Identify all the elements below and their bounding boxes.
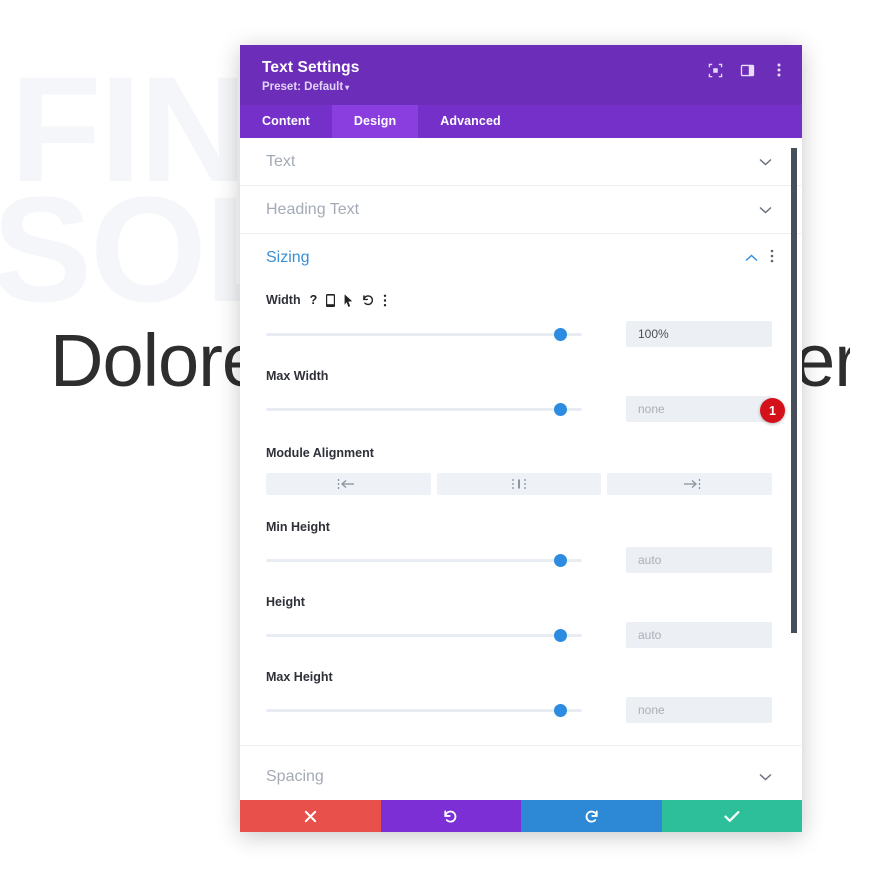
slider-handle[interactable] [553,704,567,717]
width-slider[interactable] [266,326,582,342]
slider-handle[interactable] [553,554,567,567]
field-width-controls: 100% [266,321,772,347]
reset-icon[interactable] [362,294,374,306]
tab-content[interactable]: Content [240,105,332,138]
chevron-down-icon [759,206,772,214]
height-slider[interactable] [266,627,582,643]
preset-dropdown[interactable]: Preset: Default ▾ [262,81,349,93]
align-right-button[interactable] [607,473,773,495]
field-max-width: Max Width none [240,369,802,422]
chevron-down-icon [759,773,772,781]
slider-track [266,709,582,712]
undo-icon [443,809,458,824]
width-value-input[interactable]: 100% [626,321,772,347]
section-sizing-actions [745,249,774,268]
tab-advanced[interactable]: Advanced [418,105,523,138]
section-sizing-header[interactable]: Sizing [240,234,802,282]
field-width-label-row: Width ? [266,290,772,310]
modal-tabs: Content Design Advanced [240,105,802,138]
slider-track [266,408,582,411]
max-width-value-input[interactable]: none [626,396,772,422]
more-vertical-icon[interactable] [770,249,774,268]
section-toggle-heading-text[interactable]: Heading Text [240,186,802,234]
modal-header-actions [706,61,788,79]
field-height-controls: auto [266,622,772,648]
text-settings-modal: Text Settings Preset: Default ▾ Content … [240,45,802,832]
chevron-down-icon: ▾ [345,83,350,92]
field-max-height: Max Height none [240,670,802,723]
section-toggle-text[interactable]: Text [240,138,802,186]
section-label: Text [266,152,296,170]
redo-button[interactable] [521,800,662,832]
height-value-input[interactable]: auto [626,622,772,648]
align-center-button[interactable] [436,473,602,495]
field-label: Min Height [266,520,330,534]
field-min-height-controls: auto [266,547,772,573]
step-marker-1: 1 [760,398,785,423]
redo-icon [584,809,599,824]
field-label: Max Height [266,670,333,684]
min-height-value-input[interactable]: auto [626,547,772,573]
settings-scroll-area[interactable]: Text Heading Text Sizing Width ? 100% Ma… [240,138,802,800]
field-label: Height [266,595,305,609]
slider-handle[interactable] [553,403,567,416]
more-vertical-icon[interactable] [770,61,788,79]
modal-header: Text Settings Preset: Default ▾ [240,45,802,105]
preset-label: Preset: Default [262,81,344,93]
vertical-scrollbar[interactable] [791,148,797,633]
slider-handle[interactable] [553,629,567,642]
close-icon [304,810,317,823]
slider-handle[interactable] [553,328,567,341]
cursor-icon[interactable] [344,293,353,307]
max-width-slider[interactable] [266,401,582,417]
module-alignment-group [266,473,773,495]
close-button[interactable] [240,800,381,832]
modal-title: Text Settings [262,59,360,76]
section-sizing: Sizing Width ? 100% Max Width none Modul… [240,234,802,746]
chevron-up-icon[interactable] [745,249,758,267]
modal-body: Text Heading Text Sizing Width ? 100% Ma… [240,138,802,800]
field-min-height: Min Height auto [240,520,802,573]
save-button[interactable] [661,800,802,832]
section-toggle-spacing[interactable]: Spacing [240,753,802,800]
field-height: Height auto [240,595,802,648]
modal-footer [240,800,802,832]
min-height-slider[interactable] [266,552,582,568]
tab-design[interactable]: Design [331,105,419,138]
field-max-width-controls: none [266,396,772,422]
max-height-slider[interactable] [266,702,582,718]
field-max-height-controls: none [266,697,772,723]
undo-button[interactable] [380,800,521,832]
page-root: FIND SOLUTION Dolore magna aliquam erat … [0,0,880,889]
field-label: Module Alignment [266,446,374,460]
section-label: Spacing [266,767,324,785]
check-icon [724,810,740,823]
slider-track [266,559,582,562]
help-icon[interactable]: ? [310,294,318,307]
slider-track [266,333,582,336]
field-width: Width ? 100% [240,290,802,347]
field-module-alignment: Module Alignment [240,446,802,495]
field-label: Max Width [266,369,329,383]
max-height-value-input[interactable]: none [626,697,772,723]
slider-track [266,634,582,637]
field-label: Width [266,293,301,307]
chevron-down-icon [759,158,772,166]
focus-icon[interactable] [706,61,724,79]
section-label: Heading Text [266,200,360,218]
more-vertical-icon[interactable] [383,294,387,307]
align-left-button[interactable] [266,473,431,495]
mobile-icon[interactable] [326,293,336,307]
section-label: Sizing [266,249,310,266]
layout-panel-icon[interactable] [738,61,756,79]
